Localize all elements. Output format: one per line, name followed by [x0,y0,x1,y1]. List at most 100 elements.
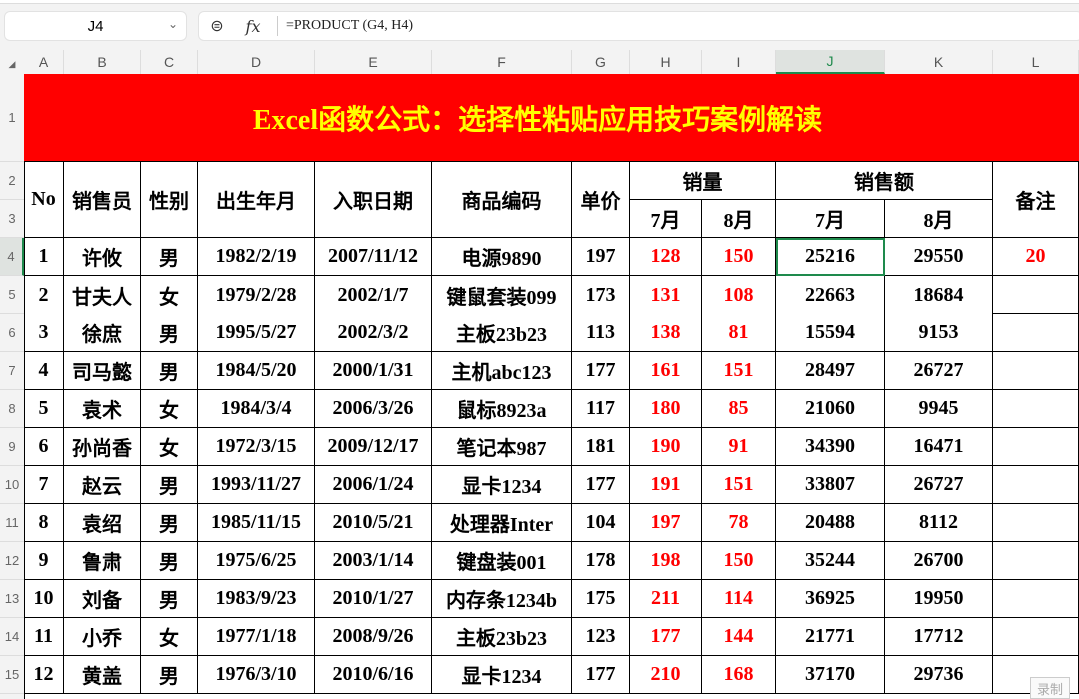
formula-bar[interactable]: ⊜ fx =PRODUCT (G4, H4) [198,11,1079,41]
column-header-b[interactable]: B [64,50,141,74]
cell-no[interactable]: 3 [24,314,64,352]
cell-note[interactable] [993,466,1079,504]
cell-unit-price[interactable]: 177 [572,466,630,504]
cell-gender[interactable]: 女 [141,428,198,466]
cell-no[interactable]: 5 [24,390,64,428]
cell-amount-august[interactable]: 8112 [885,504,993,542]
cell-no[interactable]: 4 [24,352,64,390]
cell-qty-august[interactable]: 85 [702,390,776,428]
cell-product-code[interactable]: 主板23b23 [432,314,572,352]
cell-gender[interactable]: 女 [141,390,198,428]
formula-input[interactable]: =PRODUCT (G4, H4) [286,18,413,34]
cell-gender[interactable]: 女 [141,618,198,656]
cell-note[interactable] [993,504,1079,542]
column-header-i[interactable]: I [702,50,776,74]
cell-no[interactable]: 1 [24,238,64,276]
cell-qty-august[interactable]: 168 [702,656,776,694]
cell-qty-august[interactable]: 91 [702,428,776,466]
cell-birth-date[interactable]: 1972/3/15 [198,428,315,466]
cell-hire-date[interactable]: 2006/1/24 [315,466,432,504]
column-header-d[interactable]: D [198,50,315,74]
cell-birth-date[interactable]: 1993/11/27 [198,466,315,504]
cell-hire-date[interactable]: 2010/1/27 [315,580,432,618]
cell-birth-date[interactable]: 1983/9/23 [198,580,315,618]
row-header-2[interactable]: 2 [0,162,24,200]
cell-qty-august[interactable]: 81 [702,314,776,352]
cell-product-code[interactable]: 显卡1234 [432,466,572,504]
cell-amount-july[interactable]: 36925 [776,580,885,618]
row-header-8[interactable]: 8 [0,390,24,428]
cell-unit-price[interactable]: 173 [572,276,630,314]
cell-salesperson[interactable]: 袁绍 [64,504,141,542]
row-header-15[interactable]: 15 [0,656,24,694]
cell-birth-date[interactable]: 1976/3/10 [198,656,315,694]
cell-gender[interactable]: 男 [141,466,198,504]
cell-amount-august[interactable]: 29550 [885,238,993,276]
zoom-search-icon[interactable]: ⊜ [199,16,235,36]
header-amount-august[interactable]: 8月 [885,200,993,238]
cell-qty-july[interactable]: 161 [630,352,702,390]
cell-no[interactable]: 6 [24,428,64,466]
cell-no[interactable]: 11 [24,618,64,656]
cell-product-code[interactable]: 键鼠套装099 [432,276,572,314]
cell-unit-price[interactable]: 177 [572,352,630,390]
column-header-f[interactable]: F [432,50,572,74]
cell-amount-july[interactable]: 25216 [776,238,885,276]
cell-product-code[interactable]: 主板23b23 [432,618,572,656]
cell-qty-august[interactable]: 150 [702,542,776,580]
cell-no[interactable]: 7 [24,466,64,504]
cell-no[interactable]: 2 [24,276,64,314]
cell-note[interactable] [993,580,1079,618]
cell-amount-july[interactable]: 20488 [776,504,885,542]
cell-birth-date[interactable]: 1984/3/4 [198,390,315,428]
header-salesperson[interactable]: 销售员 [64,162,141,238]
cell-birth-date[interactable]: 1984/5/20 [198,352,315,390]
cell-note[interactable] [993,542,1079,580]
cell-salesperson[interactable]: 许攸 [64,238,141,276]
header-hire-date[interactable]: 入职日期 [315,162,432,238]
cell-amount-july[interactable]: 33807 [776,466,885,504]
cell-amount-july[interactable]: 22663 [776,276,885,314]
column-header-h[interactable]: H [630,50,702,74]
cell-amount-august[interactable]: 29736 [885,656,993,694]
select-all-corner[interactable]: ◢ [0,50,24,74]
cell-salesperson[interactable]: 甘夫人 [64,276,141,314]
row-header-10[interactable]: 10 [0,466,24,504]
cell-unit-price[interactable]: 117 [572,390,630,428]
cell-qty-august[interactable]: 150 [702,238,776,276]
cell-qty-july[interactable]: 197 [630,504,702,542]
cell-birth-date[interactable]: 1985/11/15 [198,504,315,542]
cell-hire-date[interactable]: 2002/1/7 [315,276,432,314]
column-header-k[interactable]: K [885,50,993,74]
cell-gender[interactable]: 男 [141,314,198,352]
cell-note[interactable] [993,352,1079,390]
cell-product-code[interactable]: 键盘装001 [432,542,572,580]
cell-product-code[interactable]: 鼠标8923a [432,390,572,428]
cell-amount-july[interactable]: 15594 [776,314,885,352]
cell-unit-price[interactable]: 123 [572,618,630,656]
cell-note[interactable] [993,428,1079,466]
cell-salesperson[interactable]: 小乔 [64,618,141,656]
column-header-e[interactable]: E [315,50,432,74]
cell-note[interactable]: 20 [993,238,1079,276]
header-sales-amount[interactable]: 销售额 [776,162,993,200]
cell-amount-august[interactable]: 26727 [885,466,993,504]
cell-unit-price[interactable]: 181 [572,428,630,466]
cell-amount-july[interactable]: 34390 [776,428,885,466]
cell-no[interactable]: 12 [24,656,64,694]
column-header-a[interactable]: A [24,50,64,74]
cell-amount-july[interactable]: 28497 [776,352,885,390]
cell-qty-july[interactable]: 138 [630,314,702,352]
cell-note[interactable] [993,618,1079,656]
cell-hire-date[interactable]: 2000/1/31 [315,352,432,390]
cell-product-code[interactable]: 电源9890 [432,238,572,276]
cell-salesperson[interactable]: 徐庶 [64,314,141,352]
cell-amount-august[interactable]: 26700 [885,542,993,580]
cell-qty-august[interactable]: 144 [702,618,776,656]
cell-product-code[interactable]: 显卡1234 [432,656,572,694]
header-note[interactable]: 备注 [993,162,1079,238]
row-header-4[interactable]: 4 [0,238,24,276]
cell-gender[interactable]: 男 [141,656,198,694]
cell-birth-date[interactable]: 1975/6/25 [198,542,315,580]
cell-gender[interactable]: 男 [141,238,198,276]
